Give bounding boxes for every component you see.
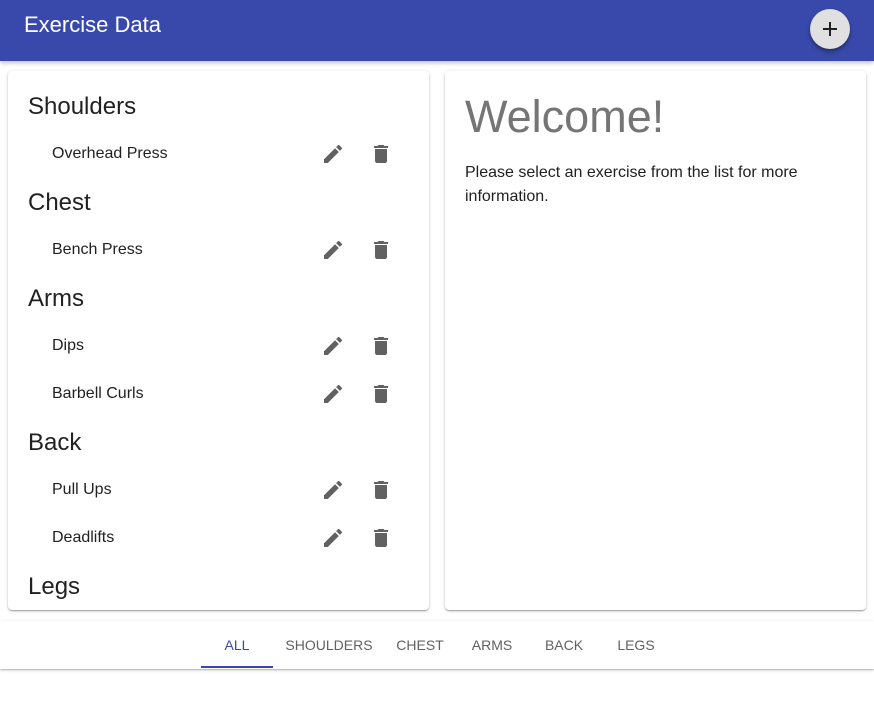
pencil-icon bbox=[324, 336, 343, 355]
exercise-label: Barbell Curls bbox=[52, 385, 144, 402]
exercise-detail-panel: Welcome! Please select an exercise from … bbox=[445, 71, 866, 610]
trash-icon bbox=[374, 529, 388, 547]
trash-icon bbox=[374, 145, 388, 163]
exercise-list-panel: Shoulders Overhead Press Chest Bench Pre… bbox=[8, 71, 429, 610]
delete-button[interactable] bbox=[369, 478, 393, 502]
list-item[interactable]: Bench Press bbox=[8, 226, 429, 274]
edit-button[interactable] bbox=[321, 334, 345, 358]
edit-button[interactable] bbox=[321, 478, 345, 502]
delete-button[interactable] bbox=[369, 526, 393, 550]
app-bar: Exercise Data bbox=[0, 0, 874, 61]
add-exercise-button[interactable] bbox=[810, 9, 850, 49]
delete-button[interactable] bbox=[369, 382, 393, 406]
trash-icon bbox=[374, 337, 388, 355]
list-item[interactable]: Deadlifts bbox=[8, 514, 429, 562]
pencil-icon bbox=[324, 144, 343, 163]
edit-button[interactable] bbox=[321, 526, 345, 550]
exercise-label: Pull Ups bbox=[52, 481, 112, 498]
edit-button[interactable] bbox=[321, 382, 345, 406]
muscle-tabs: All Shoulders Chest Arms Back Legs bbox=[0, 621, 874, 669]
pencil-icon bbox=[324, 528, 343, 547]
trash-icon bbox=[374, 385, 388, 403]
welcome-message: Please select an exercise from the list … bbox=[465, 164, 798, 205]
welcome-heading: Welcome! bbox=[465, 91, 665, 142]
group-title-arms: Arms bbox=[28, 285, 84, 312]
delete-button[interactable] bbox=[369, 142, 393, 166]
group-title-back: Back bbox=[28, 429, 82, 456]
list-item[interactable]: Barbell Curls bbox=[8, 370, 429, 418]
exercise-label: Overhead Press bbox=[52, 145, 168, 162]
edit-button[interactable] bbox=[321, 142, 345, 166]
exercise-label: Bench Press bbox=[52, 241, 143, 258]
pencil-icon bbox=[324, 480, 343, 499]
list-item[interactable]: Overhead Press bbox=[8, 130, 429, 178]
tab-shoulders[interactable]: Shoulders bbox=[278, 621, 380, 669]
tab-all[interactable]: All bbox=[201, 621, 273, 669]
exercise-label: Dips bbox=[52, 337, 85, 354]
exercise-label: Deadlifts bbox=[52, 529, 115, 546]
edit-button[interactable] bbox=[321, 238, 345, 262]
tab-back[interactable]: Back bbox=[528, 621, 600, 669]
trash-icon bbox=[374, 241, 388, 259]
plus-icon bbox=[823, 22, 837, 36]
delete-button[interactable] bbox=[369, 238, 393, 262]
group-title-shoulders: Shoulders bbox=[28, 93, 137, 120]
delete-button[interactable] bbox=[369, 334, 393, 358]
list-item[interactable]: Dips bbox=[8, 322, 429, 370]
pencil-icon bbox=[324, 240, 343, 259]
tab-legs[interactable]: Legs bbox=[600, 621, 672, 669]
tab-arms[interactable]: Arms bbox=[456, 621, 528, 669]
tab-chest[interactable]: Chest bbox=[384, 621, 456, 669]
trash-icon bbox=[374, 481, 388, 499]
list-item[interactable]: Pull Ups bbox=[8, 466, 429, 514]
group-title-chest: Chest bbox=[28, 189, 91, 216]
pencil-icon bbox=[324, 384, 343, 403]
active-tab-indicator bbox=[201, 666, 273, 668]
group-title-legs: Legs bbox=[28, 573, 81, 600]
app-title: Exercise Data bbox=[24, 12, 161, 37]
